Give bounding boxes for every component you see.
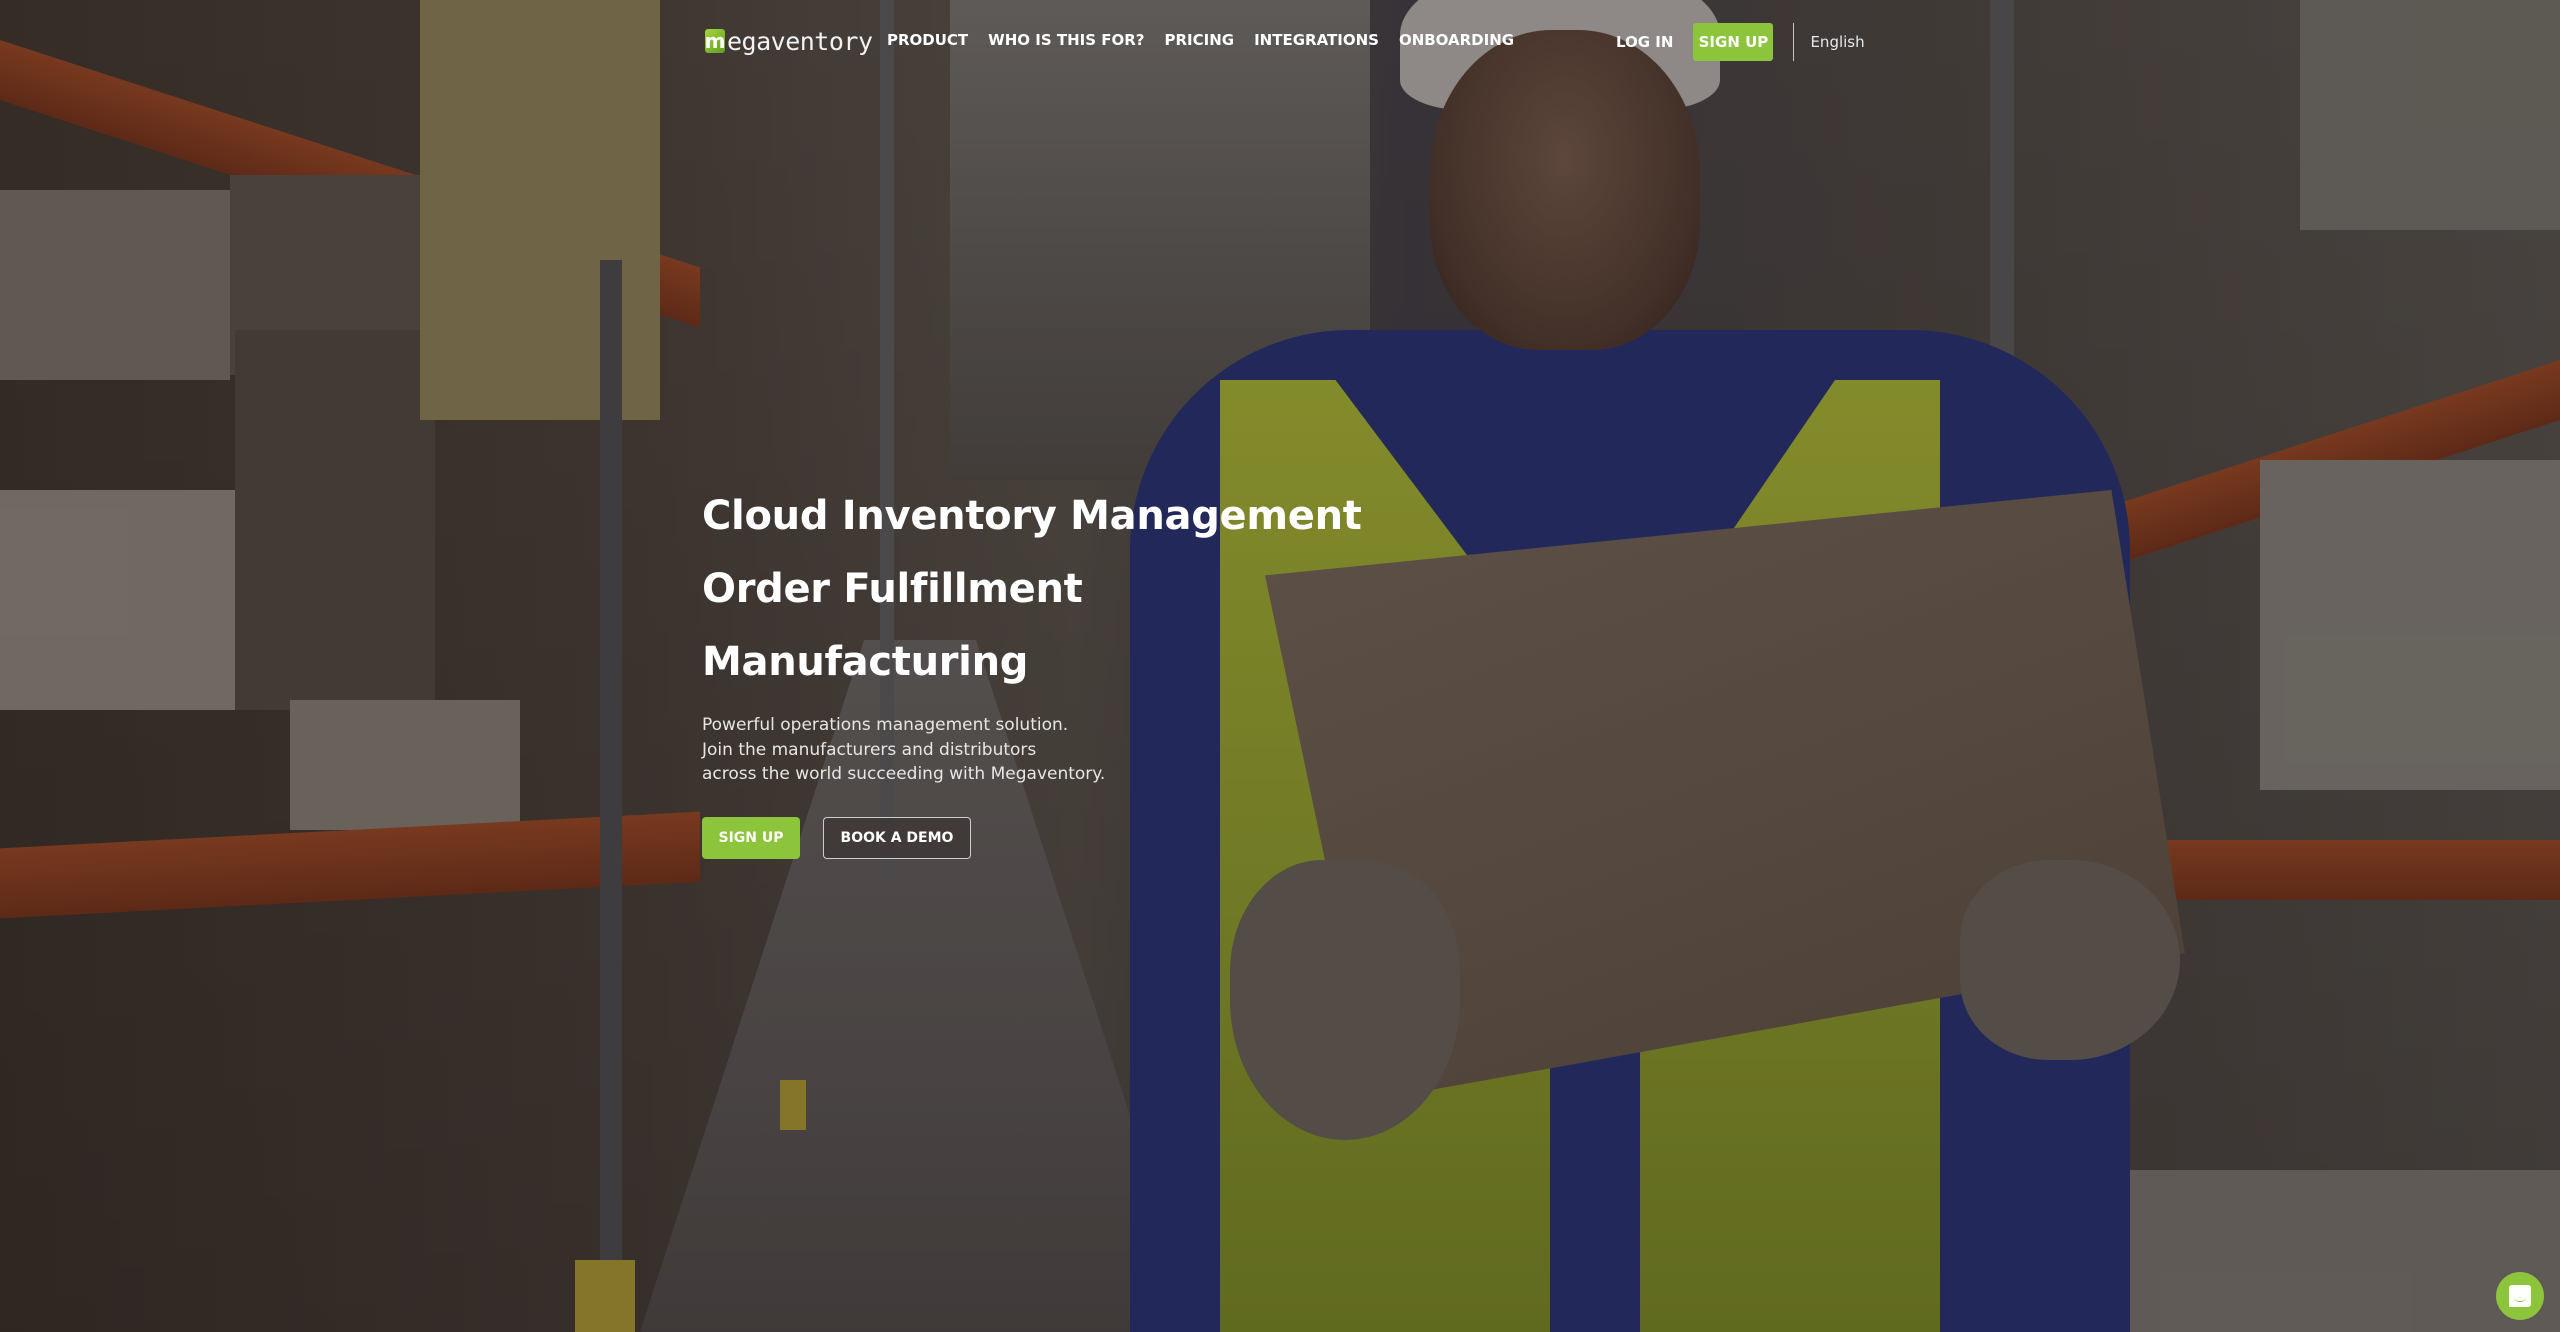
nav-link-integrations[interactable]: INTEGRATIONS (1254, 31, 1379, 49)
nav-actions: LOG IN SIGN UP English (1616, 23, 1865, 61)
book-demo-button[interactable]: BOOK A DEMO (823, 816, 971, 859)
hero-signup-button[interactable]: SIGN UP (702, 816, 800, 859)
language-selector[interactable]: English (1810, 33, 1864, 51)
hero-headline: Cloud Inventory Management Order Fulfill… (702, 480, 1602, 699)
logo-text: egaventory (727, 26, 873, 56)
hero-description-line-2: Join the manufacturers and distributors (702, 739, 1037, 760)
navbar: m egaventory PRODUCT WHO IS THIS FOR? PR… (0, 0, 2560, 84)
hero-headline-line-2: Order Fulfillment (702, 566, 1083, 612)
nav-link-product[interactable]: PRODUCT (887, 31, 968, 49)
hero-section: Cloud Inventory Management Order Fulfill… (702, 480, 1602, 859)
nav-divider (1793, 23, 1795, 61)
chat-bubble-icon (2509, 1285, 2531, 1307)
nav-link-who-is-this-for[interactable]: WHO IS THIS FOR? (988, 31, 1144, 49)
hero-headline-line-1: Cloud Inventory Management (702, 493, 1362, 539)
login-link[interactable]: LOG IN (1616, 33, 1673, 51)
logo-link[interactable]: m egaventory (705, 24, 873, 58)
hero-description: Powerful operations management solution.… (702, 713, 1602, 787)
nav-link-pricing[interactable]: PRICING (1165, 31, 1235, 49)
logo-cube-icon: m (705, 29, 725, 53)
hero-headline-line-3: Manufacturing (702, 639, 1029, 685)
hero-description-line-3: across the world succeeding with Megaven… (702, 764, 1106, 784)
main-nav: PRODUCT WHO IS THIS FOR? PRICING INTEGRA… (887, 30, 1514, 49)
hero-buttons: SIGN UP BOOK A DEMO (702, 816, 1602, 859)
hero-description-line-1: Powerful operations management solution. (702, 715, 1069, 735)
chat-widget-button[interactable] (2496, 1272, 2544, 1320)
logo-letter: m (704, 29, 726, 53)
nav-link-onboarding[interactable]: ONBOARDING (1399, 31, 1514, 49)
nav-signup-button[interactable]: SIGN UP (1693, 23, 1774, 61)
